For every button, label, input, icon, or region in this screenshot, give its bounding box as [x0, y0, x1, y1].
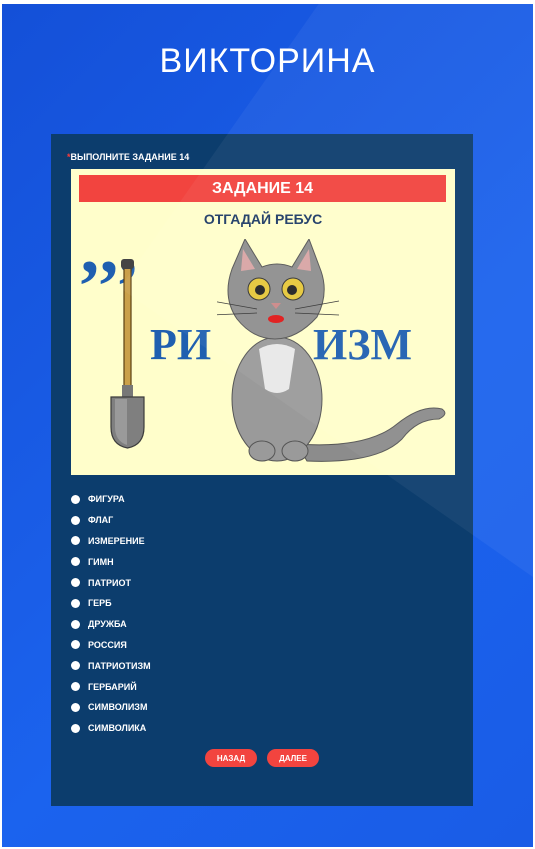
option-izmerenie[interactable]: ИЗМЕРЕНИЕ — [71, 531, 151, 552]
option-druzhba[interactable]: ДРУЖБА — [71, 614, 151, 635]
radio-button[interactable] — [71, 494, 80, 504]
task-header: ЗАДАНИЕ 14 — [79, 175, 446, 202]
radio-button[interactable] — [71, 702, 80, 712]
option-label: СИМВОЛИЗМ — [88, 702, 148, 713]
option-gimn[interactable]: ГИМН — [71, 551, 151, 572]
option-label: ГИМН — [88, 556, 114, 567]
back-button[interactable]: НАЗАД — [205, 749, 257, 767]
page-background: ВИКТОРИНА *ВЫПОЛНИТЕ ЗАДАНИЕ 14 ЗАДАНИЕ … — [2, 4, 533, 847]
rebus-image: ЗАДАНИЕ 14 ОТГАДАЙ РЕБУС ’’’ РИ ИЗМ — [71, 169, 455, 475]
radio-button[interactable] — [71, 557, 80, 567]
option-flag[interactable]: ФЛАГ — [71, 510, 151, 531]
option-simvolizm[interactable]: СИМВОЛИЗМ — [71, 697, 151, 718]
question-text: ВЫПОЛНИТЕ ЗАДАНИЕ 14 — [70, 152, 190, 162]
radio-button[interactable] — [71, 515, 80, 525]
option-gerb[interactable]: ГЕРБ — [71, 593, 151, 614]
quiz-card: *ВЫПОЛНИТЕ ЗАДАНИЕ 14 ЗАДАНИЕ 14 ОТГАДАЙ… — [51, 134, 473, 806]
radio-button[interactable] — [71, 640, 80, 650]
radio-button[interactable] — [71, 682, 80, 692]
rebus-part-a: РИ — [150, 320, 212, 369]
option-label: ИЗМЕРЕНИЕ — [88, 535, 145, 546]
radio-button[interactable] — [71, 619, 80, 629]
rebus-part-b: ИЗМ — [313, 320, 412, 369]
option-rossiya[interactable]: РОССИЯ — [71, 635, 151, 656]
option-label: ПАТРИОТИЗМ — [88, 660, 151, 671]
option-label: ГЕРБ — [88, 598, 112, 609]
option-patriot[interactable]: ПАТРИОТ — [71, 572, 151, 593]
radio-button[interactable] — [71, 661, 80, 671]
radio-button[interactable] — [71, 723, 80, 733]
option-label: РОССИЯ — [88, 639, 127, 650]
option-label: ФИГУРА — [88, 494, 125, 505]
radio-button[interactable] — [71, 598, 80, 608]
radio-button[interactable] — [71, 578, 80, 588]
option-patriotizm[interactable]: ПАТРИОТИЗМ — [71, 655, 151, 676]
cat-icon — [217, 239, 446, 462]
option-simvolika[interactable]: СИМВОЛИКА — [71, 718, 151, 739]
question-label: *ВЫПОЛНИТЕ ЗАДАНИЕ 14 — [67, 152, 189, 162]
option-label: ДРУЖБА — [88, 619, 127, 630]
option-gerbariy[interactable]: ГЕРБАРИЙ — [71, 676, 151, 697]
task-subtitle: ОТГАДАЙ РЕБУС — [203, 211, 323, 227]
shovel-icon — [110, 259, 145, 449]
next-button[interactable]: ДАЛЕЕ — [267, 749, 319, 767]
option-label: ГЕРБАРИЙ — [88, 681, 137, 692]
answer-options: ФИГУРА ФЛАГ ИЗМЕРЕНИЕ ГИМН ПАТРИОТ ГЕРБ … — [71, 489, 151, 739]
option-label: ПАТРИОТ — [88, 577, 131, 588]
radio-button[interactable] — [71, 536, 80, 546]
option-figura[interactable]: ФИГУРА — [71, 489, 151, 510]
page-title: ВИКТОРИНА — [159, 42, 376, 80]
option-label: СИМВОЛИКА — [88, 723, 147, 734]
option-label: ФЛАГ — [88, 515, 114, 526]
